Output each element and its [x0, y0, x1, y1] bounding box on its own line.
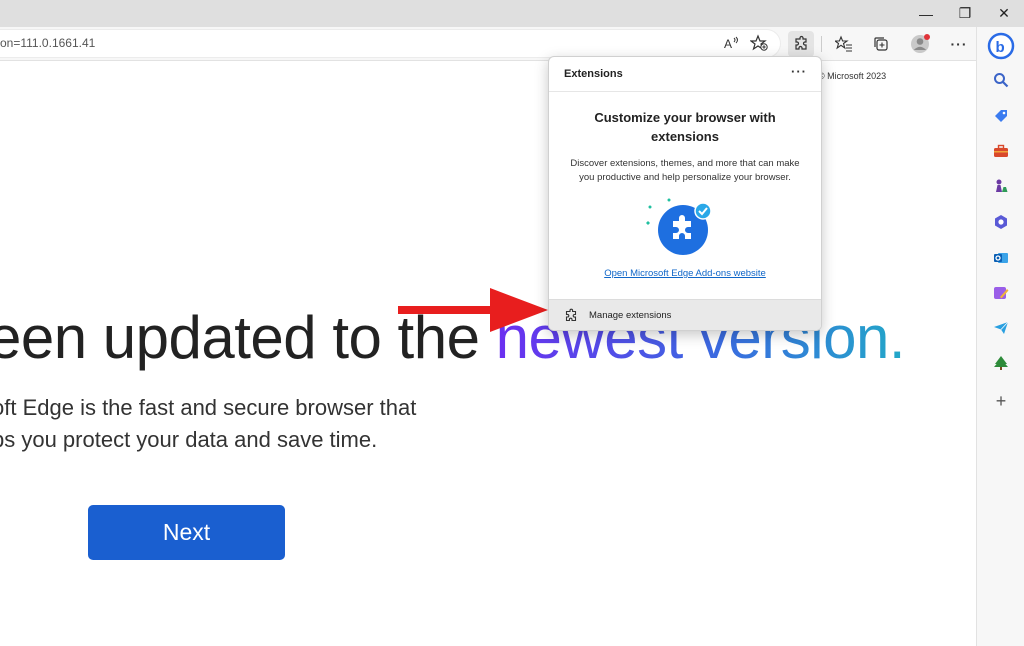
toolbar-divider [821, 36, 822, 52]
restore-button[interactable]: ❐ [945, 0, 985, 27]
popup-title: Extensions [564, 68, 623, 80]
close-button[interactable]: ✕ [984, 0, 1024, 27]
url-text[interactable]: on=111.0.1661.41 [0, 36, 95, 50]
page-content: © Microsoft 2023 een updated to the newe… [0, 61, 976, 646]
add-favorite-icon[interactable] [746, 30, 772, 56]
popup-heading-line-2: extensions [651, 129, 719, 144]
drop-icon[interactable] [991, 283, 1011, 303]
address-bar[interactable]: on=111.0.1661.41 A [0, 30, 780, 57]
svg-text:b: b [996, 39, 1005, 56]
popup-description-line-1: Discover extensions, themes, and more th… [570, 158, 800, 169]
extension-puzzle-illustration-icon [646, 198, 712, 255]
search-icon[interactable] [991, 70, 1011, 90]
next-button[interactable]: Next [88, 505, 285, 560]
minimize-button[interactable]: — [906, 0, 946, 27]
popup-description: Discover extensions, themes, and more th… [559, 157, 811, 184]
favorites-icon[interactable] [831, 31, 857, 57]
manage-extensions-icon [565, 308, 577, 322]
title-bar: — ❐ ✕ [0, 0, 1024, 27]
addons-website-link[interactable]: Open Microsoft Edge Add-ons website [549, 268, 821, 279]
read-aloud-icon[interactable]: A [718, 30, 744, 56]
tools-briefcase-icon[interactable] [991, 141, 1011, 161]
copyright-text: © Microsoft 2023 [818, 71, 887, 81]
add-icon[interactable]: + [991, 391, 1011, 411]
tree-icon[interactable] [991, 353, 1011, 373]
browser-toolbar: on=111.0.1661.41 A ··· [0, 27, 980, 61]
more-icon[interactable]: ··· [946, 31, 972, 57]
telegram-icon[interactable] [991, 318, 1011, 338]
annotation-arrow [398, 288, 548, 332]
manage-extensions-label: Manage extensions [589, 310, 672, 321]
popup-heading-line-1: Customize your browser with [594, 110, 776, 125]
more-options-icon[interactable]: ··· [791, 64, 807, 79]
shopping-tag-icon[interactable] [991, 106, 1011, 126]
popup-header: Extensions ··· [549, 57, 821, 92]
subtitle-line-2: ps you protect your data and save time. [0, 427, 378, 452]
extensions-popup: Extensions ··· Customize your browser wi… [548, 56, 822, 331]
popup-description-line-2: you productive and help personalize your… [579, 171, 791, 183]
subtitle-line-1: oft Edge is the fast and secure browser … [0, 395, 417, 420]
edge-sidebar: b + [976, 27, 1024, 646]
outlook-icon[interactable] [991, 248, 1011, 268]
manage-extensions-item[interactable]: Manage extensions [549, 299, 821, 330]
games-chess-icon[interactable] [991, 176, 1011, 196]
collections-icon[interactable] [868, 31, 894, 57]
profile-icon[interactable] [907, 31, 933, 57]
extensions-icon[interactable] [788, 31, 814, 57]
svg-text:A: A [724, 37, 732, 51]
bing-icon[interactable]: b [987, 32, 1015, 60]
popup-heading: Customize your browser with extensions [549, 108, 821, 146]
microsoft-365-icon[interactable] [991, 212, 1011, 232]
